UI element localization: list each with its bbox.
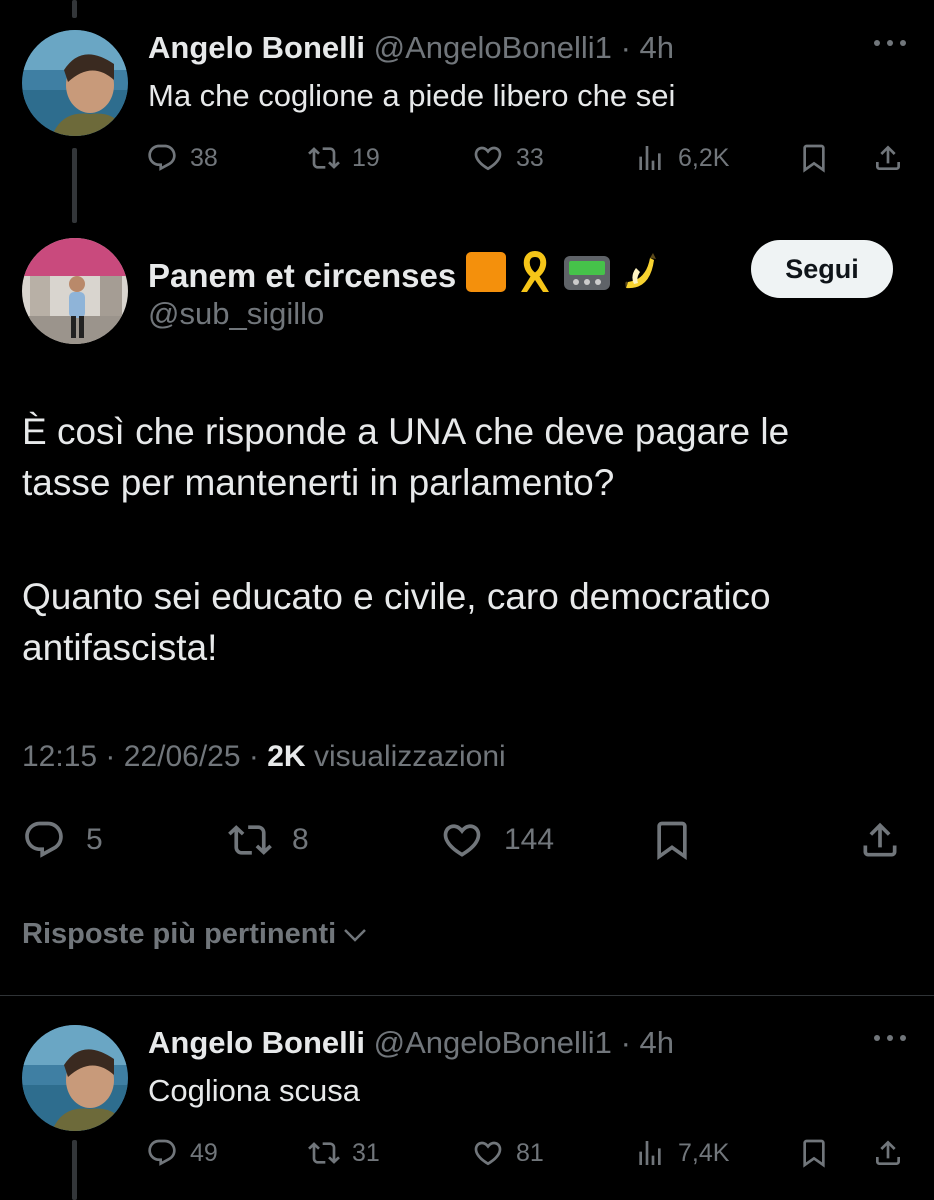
reply-button[interactable]: 5 bbox=[22, 812, 103, 868]
like-button[interactable]: 33 bbox=[472, 138, 544, 178]
timestamp[interactable]: 4h bbox=[640, 1025, 674, 1060]
separator: · bbox=[620, 30, 631, 65]
like-count: 144 bbox=[504, 823, 555, 856]
share-button[interactable] bbox=[872, 138, 916, 178]
views-icon bbox=[634, 1137, 666, 1169]
separator: · bbox=[105, 740, 116, 773]
reply-icon bbox=[22, 818, 66, 862]
repost-count: 8 bbox=[292, 823, 309, 856]
avatar[interactable] bbox=[22, 1025, 128, 1131]
author-row: Angelo Bonelli @AngeloBonelli1 · 4h bbox=[148, 1025, 674, 1061]
bottom-reply-tweet[interactable]: Angelo Bonelli @AngeloBonelli1 · 4h Cogl… bbox=[0, 995, 934, 1175]
reply-button[interactable]: 38 bbox=[146, 138, 218, 178]
chevron-down-icon bbox=[340, 920, 370, 950]
follow-button[interactable]: Segui bbox=[751, 240, 893, 298]
tweet-body-line: tasse per mantenerti in parlamento? bbox=[22, 462, 615, 503]
reply-count: 38 bbox=[190, 143, 218, 172]
more-options-icon[interactable] bbox=[874, 1033, 910, 1043]
share-button[interactable] bbox=[872, 1133, 916, 1173]
tweet-body-line: antifascista! bbox=[22, 627, 218, 668]
tweet-time[interactable]: 12:15 bbox=[22, 740, 97, 773]
top-reply-tweet[interactable]: Angelo Bonelli @AngeloBonelli1 · 4h Ma c… bbox=[0, 0, 934, 180]
tweet-date[interactable]: 22/06/25 bbox=[124, 740, 241, 773]
action-bar: 38 19 33 6,2K bbox=[146, 138, 916, 178]
author-row: Angelo Bonelli @AngeloBonelli1 · 4h bbox=[148, 30, 674, 66]
repost-button[interactable]: 8 bbox=[228, 812, 309, 868]
main-author-name-row: Panem et circenses bbox=[148, 250, 660, 302]
replies-sort-dropdown[interactable]: Risposte più pertinenti bbox=[22, 918, 370, 951]
bookmark-button[interactable] bbox=[650, 812, 714, 868]
views-count: 7,4K bbox=[678, 1138, 730, 1167]
separator: · bbox=[248, 740, 259, 773]
like-button[interactable]: 144 bbox=[440, 812, 554, 868]
main-action-bar: 5 8 144 bbox=[22, 812, 912, 868]
bookmark-icon bbox=[798, 1137, 830, 1169]
separator: · bbox=[620, 1025, 631, 1060]
tweet-text: Cogliona scusa bbox=[148, 1073, 360, 1108]
bookmark-button[interactable] bbox=[798, 1133, 842, 1173]
like-icon bbox=[472, 142, 504, 174]
banana-icon bbox=[620, 250, 660, 302]
views-button[interactable]: 7,4K bbox=[634, 1133, 729, 1173]
repost-icon bbox=[308, 1137, 340, 1169]
like-count: 33 bbox=[516, 143, 544, 172]
views-label: visualizzazioni bbox=[313, 740, 506, 773]
like-count: 81 bbox=[516, 1138, 544, 1167]
more-options-icon[interactable] bbox=[874, 38, 910, 48]
author-name[interactable]: Angelo Bonelli bbox=[148, 30, 365, 65]
bookmark-icon bbox=[650, 818, 694, 862]
share-icon bbox=[872, 1137, 904, 1169]
yellow-ribbon-icon bbox=[516, 250, 554, 302]
main-author-handle[interactable]: @sub_sigillo bbox=[148, 296, 324, 332]
reply-icon bbox=[146, 142, 178, 174]
bookmark-icon bbox=[798, 142, 830, 174]
author-name[interactable]: Angelo Bonelli bbox=[148, 1025, 365, 1060]
views-button[interactable]: 6,2K bbox=[634, 138, 729, 178]
repost-count: 19 bbox=[352, 143, 380, 172]
repost-button[interactable]: 19 bbox=[308, 138, 380, 178]
repost-count: 31 bbox=[352, 1138, 380, 1167]
pager-icon bbox=[562, 250, 612, 302]
like-icon bbox=[440, 818, 484, 862]
tweet-body-line: È così che risponde a UNA che deve pagar… bbox=[22, 411, 790, 452]
repost-button[interactable]: 31 bbox=[308, 1133, 380, 1173]
bookmark-button[interactable] bbox=[798, 138, 842, 178]
main-avatar[interactable] bbox=[22, 238, 128, 344]
tweet-text: Ma che coglione a piede libero che sei bbox=[148, 78, 676, 113]
timestamp[interactable]: 4h bbox=[640, 30, 674, 65]
repost-icon bbox=[228, 818, 272, 862]
reply-icon bbox=[146, 1137, 178, 1169]
views-count: 6,2K bbox=[678, 143, 730, 172]
author-handle[interactable]: @AngeloBonelli1 bbox=[374, 1025, 612, 1060]
share-icon bbox=[872, 142, 904, 174]
like-button[interactable]: 81 bbox=[472, 1133, 544, 1173]
share-button[interactable] bbox=[858, 812, 922, 868]
orange-square-icon bbox=[464, 250, 508, 302]
views-icon bbox=[634, 142, 666, 174]
main-author-name[interactable]: Panem et circenses bbox=[148, 257, 456, 295]
tweet-body-line: Quanto sei educato e civile, caro democr… bbox=[22, 576, 771, 617]
author-handle[interactable]: @AngeloBonelli1 bbox=[374, 30, 612, 65]
sort-label: Risposte più pertinenti bbox=[22, 918, 337, 950]
reply-count: 5 bbox=[86, 823, 103, 856]
repost-icon bbox=[308, 142, 340, 174]
views-count: 2K bbox=[267, 740, 306, 773]
tweet-meta: 12:15 · 22/06/25 · 2K visualizzazioni bbox=[22, 740, 506, 774]
action-bar: 49 31 81 7,4K bbox=[146, 1133, 916, 1173]
reply-button[interactable]: 49 bbox=[146, 1133, 218, 1173]
reply-count: 49 bbox=[190, 1138, 218, 1167]
avatar[interactable] bbox=[22, 30, 128, 136]
like-icon bbox=[472, 1137, 504, 1169]
share-icon bbox=[858, 818, 902, 862]
